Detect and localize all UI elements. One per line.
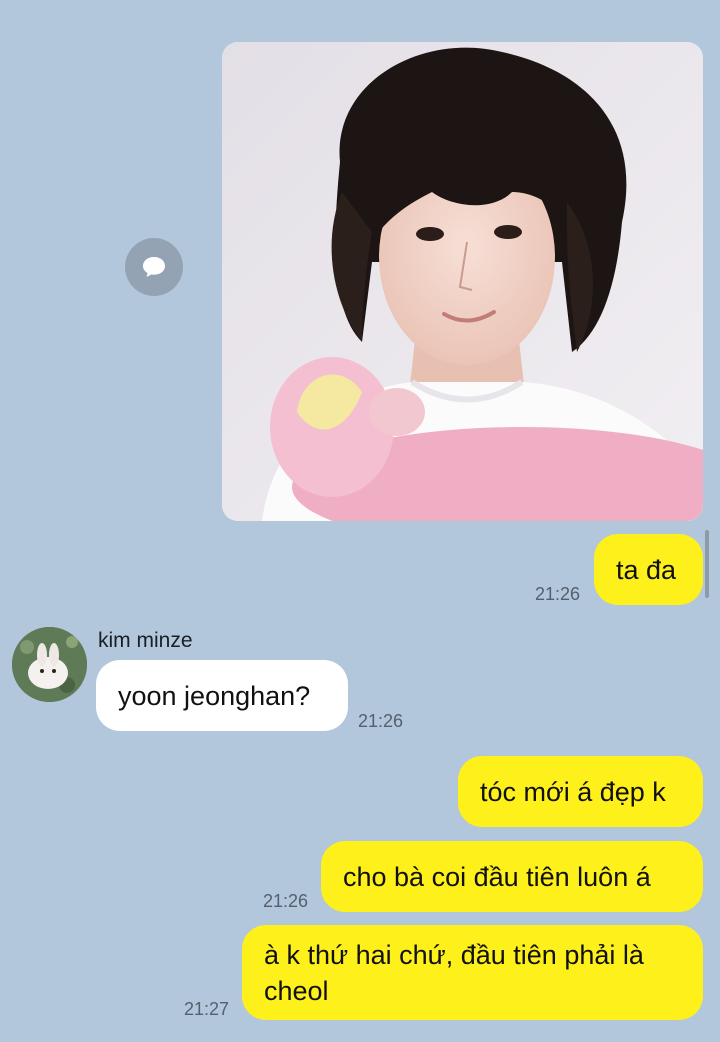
timestamp: 21:27 (184, 999, 230, 1019)
message-bubble-sent[interactable]: à k thứ hai chứ, đầu tiên phải là cheol (242, 925, 703, 1020)
message-bubble-sent[interactable]: tóc mới á đẹp k (458, 756, 703, 827)
photo-message[interactable] (222, 42, 703, 521)
timestamp: 21:26 (535, 584, 581, 604)
chat-bubble-icon (143, 257, 165, 277)
portrait-photo (222, 42, 703, 521)
message-bubble-sent[interactable]: cho bà coi đầu tiên luôn á (321, 841, 703, 912)
timestamp: 21:26 (263, 891, 309, 911)
message-bubble-received[interactable]: yoon jeonghan? (96, 660, 348, 731)
rabbit-avatar (12, 627, 87, 702)
share-button[interactable] (125, 238, 183, 296)
sender-name: kim minze (98, 629, 193, 652)
sender-avatar[interactable] (12, 627, 87, 702)
message-bubble-sent[interactable]: ta đa (594, 534, 703, 605)
timestamp: 21:26 (358, 711, 404, 731)
scrollbar[interactable] (705, 530, 709, 598)
